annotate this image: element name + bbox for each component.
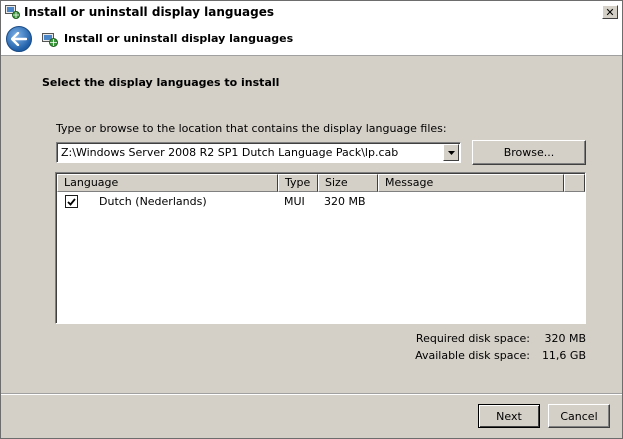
language-list[interactable]: Language Type Size Message Dutch (Nederl…	[55, 172, 586, 324]
cell-size: 320 MB	[324, 195, 366, 208]
cell-language: Dutch (Nederlands)	[99, 195, 207, 208]
section-title: Select the display languages to install	[42, 76, 280, 89]
footer-divider	[1, 393, 622, 395]
back-arrow-icon	[11, 32, 27, 46]
path-label: Type or browse to the location that cont…	[56, 122, 447, 135]
close-icon: ✕	[605, 5, 615, 19]
path-combobox[interactable]: Z:\Windows Server 2008 R2 SP1 Dutch Lang…	[56, 142, 461, 163]
column-header-size[interactable]: Size	[318, 174, 378, 192]
list-header: Language Type Size Message	[57, 174, 585, 192]
available-disk-label: Available disk space:	[415, 349, 530, 362]
chevron-down-icon	[447, 150, 455, 155]
path-value[interactable]: Z:\Windows Server 2008 R2 SP1 Dutch Lang…	[61, 146, 398, 159]
install-languages-window: Install or uninstall display languages ✕…	[0, 0, 623, 439]
checkmark-icon	[67, 197, 76, 206]
cancel-button[interactable]: Cancel	[548, 404, 610, 428]
column-header-type[interactable]: Type	[278, 174, 318, 192]
browse-button-label: Browse...	[503, 146, 555, 159]
required-disk-label: Required disk space:	[415, 332, 530, 345]
column-header-language[interactable]: Language	[57, 174, 278, 192]
next-button[interactable]: Next	[478, 404, 540, 428]
language-checkbox[interactable]	[65, 195, 78, 208]
next-button-label: Next	[496, 409, 522, 423]
cell-type: MUI	[284, 195, 305, 208]
close-button[interactable]: ✕	[602, 5, 618, 19]
cancel-button-label: Cancel	[560, 409, 598, 423]
available-disk-value: 11,6 GB	[541, 349, 586, 362]
table-row[interactable]: Dutch (Nederlands) MUI 320 MB	[57, 193, 585, 211]
window-title: Install or uninstall display languages	[24, 5, 274, 19]
combobox-dropdown-button[interactable]	[443, 144, 459, 161]
column-header-message[interactable]: Message	[378, 174, 564, 192]
display-language-icon	[42, 31, 58, 47]
header-title: Install or uninstall display languages	[64, 32, 294, 45]
column-header-filler	[564, 174, 585, 192]
title-bar: Install or uninstall display languages ✕	[1, 1, 622, 23]
back-button[interactable]	[6, 26, 32, 52]
required-disk-value: 320 MB	[544, 332, 586, 345]
browse-button[interactable]: Browse...	[472, 140, 586, 165]
language-app-icon	[5, 5, 20, 19]
wizard-header: Install or uninstall display languages	[1, 23, 622, 56]
